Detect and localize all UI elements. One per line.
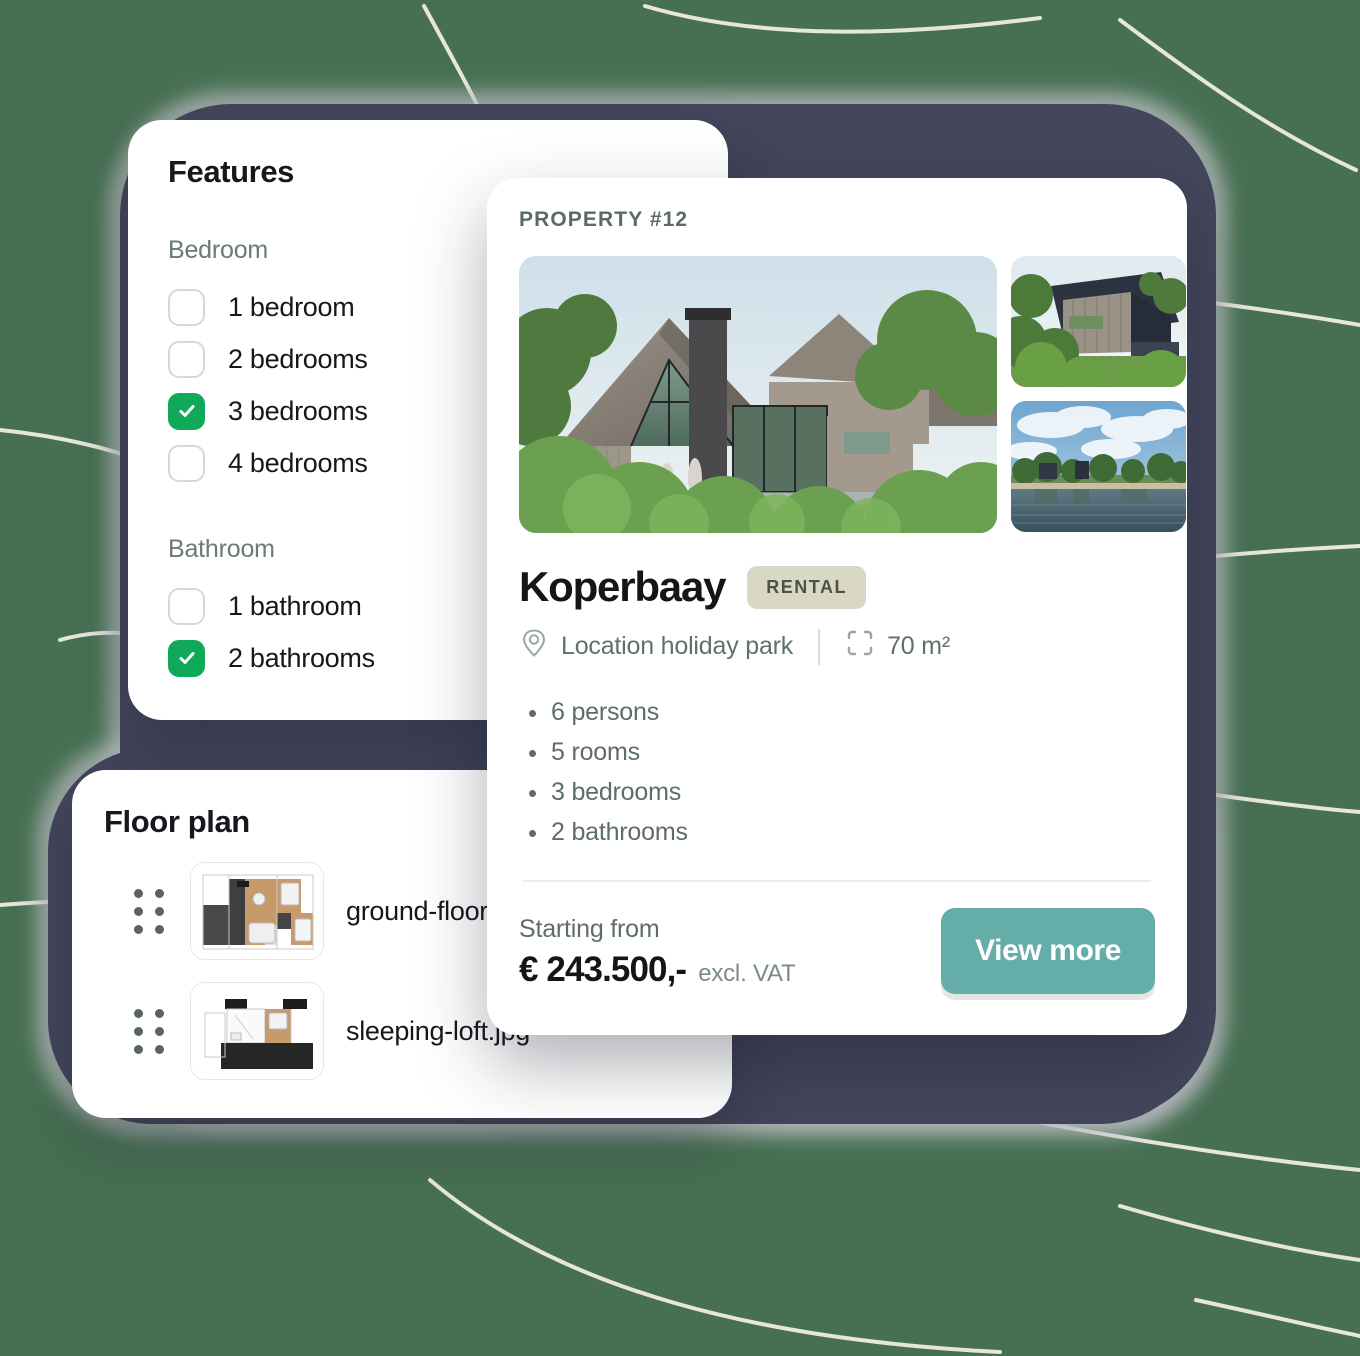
option-label: 1 bedroom [228, 291, 355, 322]
checkbox-1-bathroom[interactable] [168, 587, 205, 625]
property-title-row: Koperbaay RENTAL [519, 563, 1155, 611]
checkbox-1-bedroom[interactable] [168, 288, 205, 326]
property-spec-list: 6 persons 5 rooms 3 bedrooms 2 bathrooms [519, 692, 1155, 852]
price-label: Starting from [519, 915, 660, 943]
footer-divider [523, 880, 1151, 882]
drag-handle-icon[interactable] [134, 888, 168, 934]
checkbox-2-bedrooms[interactable] [168, 340, 205, 378]
option-label: 2 bathrooms [228, 642, 375, 673]
option-label: 4 bedrooms [228, 447, 368, 478]
spec-item: 6 persons [519, 692, 1155, 732]
floor-plan-thumbnail-ground-floor[interactable] [190, 862, 324, 960]
hero-image[interactable] [519, 256, 997, 533]
property-meta: Location holiday park 70 m² [519, 627, 1155, 666]
area-frame-icon [845, 628, 887, 665]
option-label: 2 bedrooms [228, 343, 368, 374]
checkbox-2-bathrooms[interactable] [168, 639, 205, 677]
property-eyebrow: PROPERTY #12 [519, 208, 689, 231]
gallery-thumbnail-2[interactable] [1011, 401, 1186, 532]
meta-divider [818, 628, 821, 665]
property-gallery [519, 256, 1186, 533]
price-block: Starting from € 243.500,- excl. VAT [519, 915, 796, 994]
option-label: 1 bathroom [228, 590, 362, 621]
floor-plan-thumbnail-sleeping-loft[interactable] [190, 982, 324, 1080]
spec-item: 3 bedrooms [519, 772, 1155, 812]
area-meta: 70 m² [845, 628, 950, 665]
location-meta: Location holiday park [519, 627, 793, 666]
status-badge: RENTAL [747, 565, 866, 609]
spec-item: 2 bathrooms [519, 812, 1155, 852]
view-more-button[interactable]: View more [941, 908, 1155, 994]
property-card: PROPERTY #12 Koperbaay RENTAL Location h… [487, 178, 1187, 1035]
option-label: 3 bedrooms [228, 395, 368, 426]
checkbox-4-bedrooms[interactable] [168, 444, 205, 482]
checkbox-3-bedrooms[interactable] [168, 392, 205, 430]
location-pin-icon [519, 627, 561, 666]
price-vat-note: excl. VAT [698, 960, 796, 987]
drag-handle-icon[interactable] [134, 1008, 168, 1054]
spec-item: 5 rooms [519, 732, 1155, 772]
area-label: 70 m² [887, 632, 950, 660]
page-title: Koperbaay [519, 563, 726, 610]
price-value: € 243.500,- [519, 950, 687, 989]
property-footer: Starting from € 243.500,- excl. VAT View… [519, 908, 1155, 994]
gallery-thumbnail-1[interactable] [1011, 256, 1186, 387]
location-label: Location holiday park [561, 632, 794, 660]
